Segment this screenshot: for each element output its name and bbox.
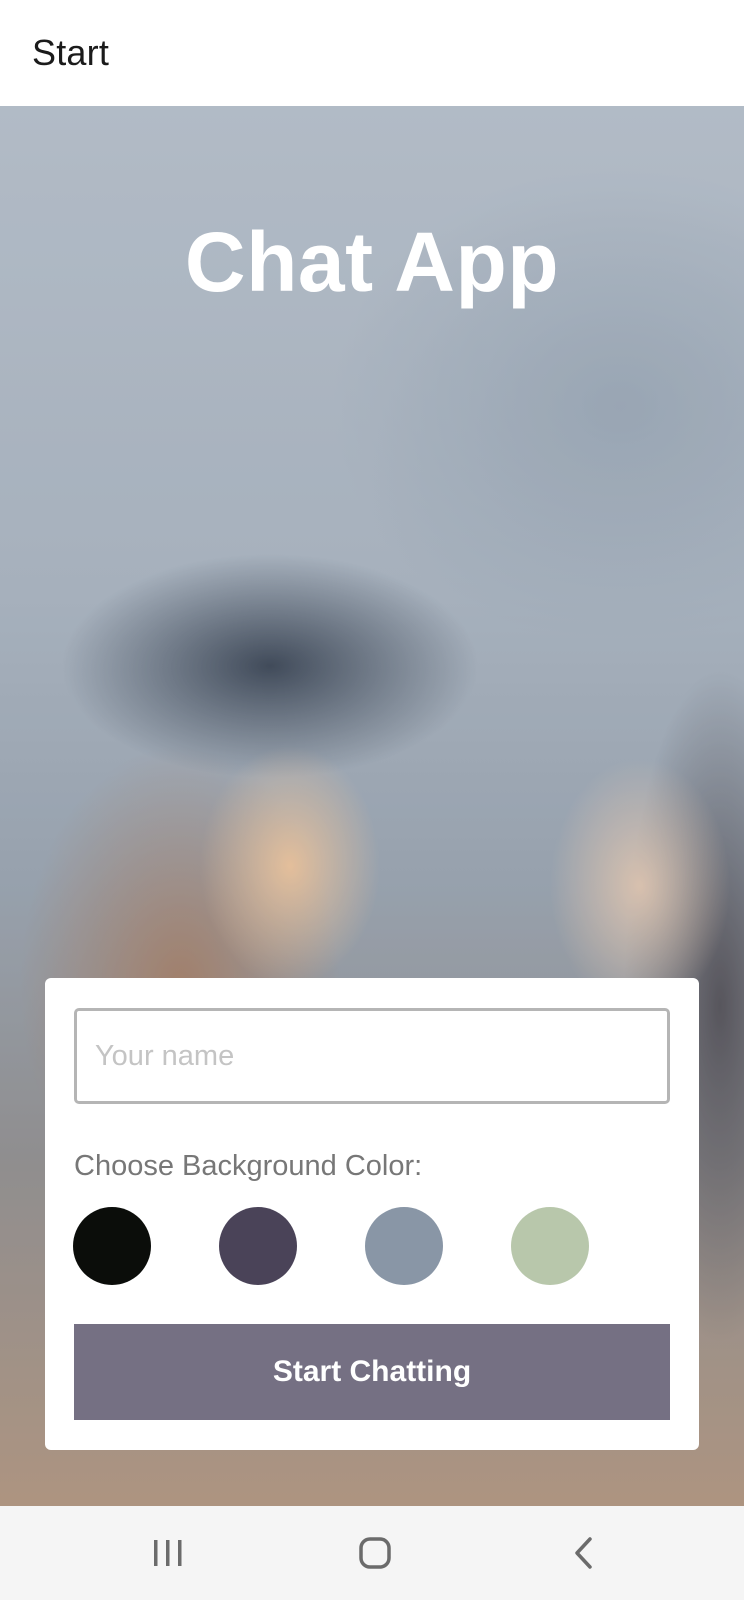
- start-form-card: Choose Background Color: Start Chatting: [45, 978, 699, 1450]
- recent-apps-icon[interactable]: [128, 1506, 208, 1600]
- name-input[interactable]: [74, 1008, 670, 1104]
- color-swatch-dark-purple[interactable]: [219, 1207, 297, 1285]
- color-swatch-gray-blue[interactable]: [365, 1207, 443, 1285]
- back-icon[interactable]: [544, 1506, 624, 1600]
- page-title: Start: [32, 32, 110, 73]
- app-title: Chat App: [184, 215, 560, 309]
- system-nav-bar: [0, 1506, 744, 1600]
- start-chatting-button[interactable]: Start Chatting: [74, 1324, 670, 1420]
- color-swatch-black[interactable]: [73, 1207, 151, 1285]
- home-icon[interactable]: [335, 1506, 415, 1600]
- color-label: Choose Background Color:: [74, 1150, 423, 1182]
- app-header: Start: [0, 0, 744, 106]
- color-swatch-sage-green[interactable]: [511, 1207, 589, 1285]
